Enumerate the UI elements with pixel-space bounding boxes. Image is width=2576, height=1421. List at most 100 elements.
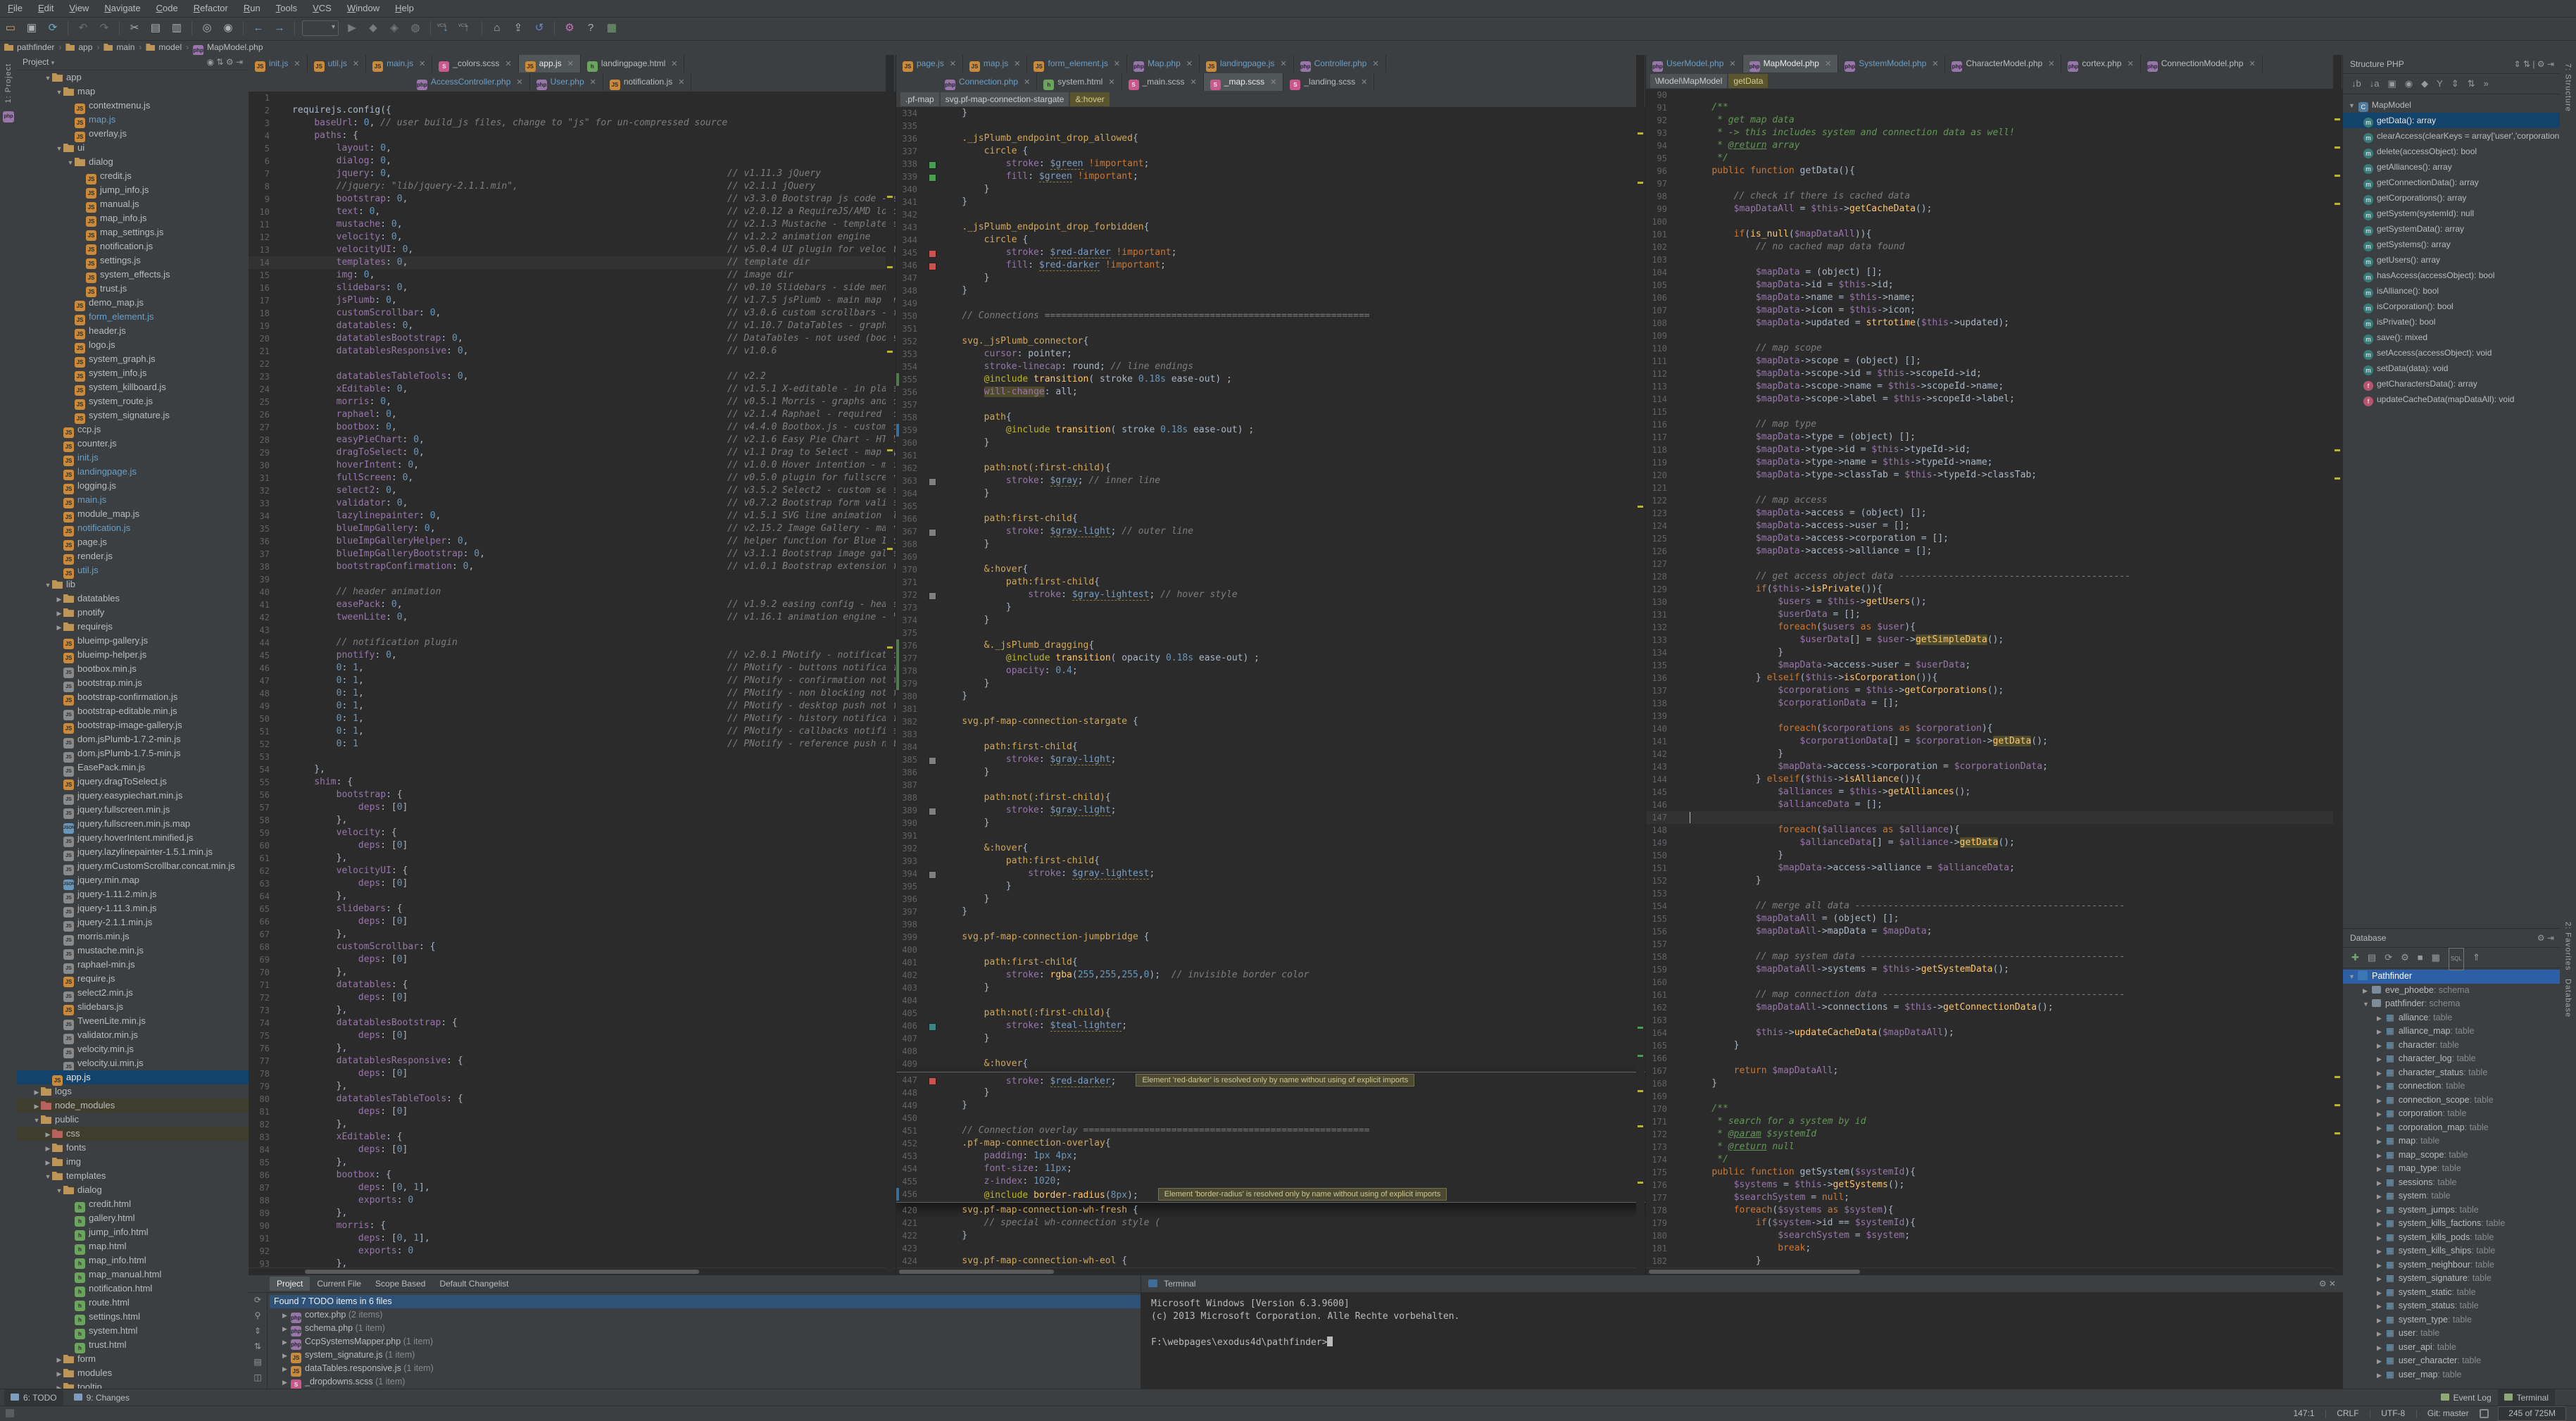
db-item-system_jumps[interactable]: ▶▦system_jumps: table — [2343, 1203, 2561, 1217]
code-line[interactable]: 149 $allianceData[] = $alliance->getData… — [1646, 837, 2343, 849]
code-line[interactable]: 92 * get map data — [1646, 114, 2343, 127]
tree-arrow-icon[interactable]: ▼ — [55, 85, 63, 99]
vcs-commit-icon[interactable]: ↑VCS — [458, 19, 476, 37]
code-line[interactable]: 39 — [249, 573, 896, 586]
db-item-connection[interactable]: ▶▦connection: table — [2343, 1079, 2561, 1094]
tab-SystemModel.php[interactable]: phpSystemModel.php✕ — [1838, 55, 1945, 73]
tree-item-app.js[interactable]: JSapp.js — [17, 1070, 249, 1084]
database-tool-icon[interactable]: ⚙ — [2401, 948, 2409, 968]
code-line[interactable]: 47 0: 1,// PNotify - confirmation no… — [249, 675, 896, 687]
tab-form_element.js[interactable]: JSform_element.js✕ — [1027, 55, 1127, 73]
tree-item-bootbox.min.js[interactable]: JSbootbox.min.js — [17, 662, 249, 676]
tree-item-manual.js[interactable]: JSmanual.js — [17, 197, 249, 211]
code-line[interactable]: 350 // Connections =====================… — [896, 310, 1646, 323]
code-line[interactable]: 91 /** — [1646, 101, 2343, 114]
tab-close-icon[interactable]: ✕ — [2127, 60, 2133, 68]
tree-item-templates[interactable]: ▼templates — [17, 1169, 249, 1183]
menu-item-view[interactable]: View — [61, 0, 96, 17]
code-line[interactable]: 407 } — [896, 1032, 1646, 1045]
tree-item-map_settings.js[interactable]: JSmap_settings.js — [17, 225, 249, 239]
code-line[interactable]: 62 velocityUI: { — [249, 865, 896, 877]
tree-item-jquery.mCustomScrollbar.concat.min.js[interactable]: JSjquery.mCustomScrollbar.concat.min.js — [17, 859, 249, 873]
code-line[interactable]: 175 public function getSystem($systemId)… — [1646, 1166, 2343, 1179]
code-line[interactable]: 150 } — [1646, 849, 2343, 862]
code-line[interactable]: 353 cursor: pointer; — [896, 348, 1646, 361]
code-line[interactable]: 20 datatablesBootstrap: 0,// DataTable… — [249, 332, 896, 345]
breadcrumb-item[interactable]: pathfinder — [4, 40, 54, 55]
code-line[interactable]: 103 — [1646, 253, 2343, 266]
structure-tool-icon[interactable]: » — [2484, 74, 2489, 94]
code-line[interactable]: 345 stroke: $red-darker !important; — [896, 246, 1646, 259]
structure-tool-icon[interactable]: ⇕ — [2451, 74, 2459, 94]
tree-item-pnotify[interactable]: ▶pnotify — [17, 606, 249, 620]
code-line[interactable]: 4 paths: { — [249, 130, 896, 142]
scrollbar-thumb[interactable] — [1649, 1270, 1860, 1274]
tree-item-credit.html[interactable]: hcredit.html — [17, 1197, 249, 1211]
code-line[interactable]: 405 path:not(:first-child){ — [896, 1007, 1646, 1020]
code-line[interactable]: 52 0: 1// PNotify - reference push n… — [249, 738, 896, 751]
breadcrumb-chip[interactable]: \Model\MapModel — [1650, 74, 1727, 88]
code-line[interactable]: 358 path{ — [896, 411, 1646, 424]
code-line[interactable]: 54 }, — [249, 763, 896, 776]
code-line[interactable]: 174 */ — [1646, 1153, 2343, 1166]
code-line[interactable]: 106 $mapData->name = $this->name; — [1646, 292, 2343, 304]
toolwindow-toggle-icon[interactable] — [6, 1409, 14, 1417]
memory-indicator[interactable]: 245 of 725M — [2498, 1406, 2566, 1421]
code-line[interactable]: 31 fullScreen: 0,// v0.5.0 plugin for … — [249, 472, 896, 484]
code-line[interactable]: 337 circle { — [896, 145, 1646, 158]
db-item-system_kills_ships[interactable]: ▶▦system_kills_ships: table — [2343, 1244, 2561, 1258]
tree-item-credit.js[interactable]: JScredit.js — [17, 169, 249, 183]
code-line[interactable]: 50 0: 1,// PNotify - history notific… — [249, 713, 896, 725]
tree-item-logging.js[interactable]: JSlogging.js — [17, 479, 249, 493]
code-line[interactable]: 384 path:first-child{ — [896, 741, 1646, 753]
menu-item-vcs[interactable]: VCS — [305, 0, 339, 17]
structure-item-setData[interactable]: msetData(data): void — [2343, 361, 2561, 376]
code-line[interactable]: 118 $mapData->type->id = $this->typeId->… — [1646, 444, 2343, 456]
code-line[interactable]: 119 $mapData->type->name = $this->typeId… — [1646, 456, 2343, 469]
code-line[interactable]: 81 deps: [0] — [249, 1106, 896, 1118]
tree-item-tooltip[interactable]: ▶tooltip — [17, 1380, 249, 1389]
code-line[interactable]: 44 // notification plugin — [249, 637, 896, 649]
tab-close-icon[interactable]: ✕ — [419, 60, 425, 68]
code-line[interactable]: 130 $users = $this->getUsers(); — [1646, 596, 2343, 608]
tree-item-public[interactable]: ▼public — [17, 1113, 249, 1127]
tab-UserModel.php[interactable]: phpUserModel.php✕ — [1646, 55, 1743, 73]
code-line[interactable]: 351 — [896, 323, 1646, 335]
code-line[interactable]: 135 $mapData->access->user = $userData; — [1646, 659, 2343, 672]
code-line[interactable]: 91 deps: [0, 1], — [249, 1232, 896, 1245]
todo-file-_dropdowns.scss[interactable]: ▶S_dropdowns.scss (1 item) — [270, 1375, 1141, 1389]
structure-item-MapModel[interactable]: ▼CMapModel — [2343, 97, 2561, 113]
code-line[interactable]: 375 — [896, 627, 1646, 639]
tree-item-util.js[interactable]: JSutil.js — [17, 563, 249, 577]
tab-User.php[interactable]: phpUser.php✕ — [530, 73, 603, 91]
tree-arrow-icon[interactable]: ▼ — [44, 71, 52, 85]
code-line[interactable]: 360 } — [896, 437, 1646, 449]
todo-tab-current-file[interactable]: Current File — [310, 1277, 368, 1291]
code-line[interactable]: 131 $userData = []; — [1646, 608, 2343, 621]
tab-close-icon[interactable]: ✕ — [1014, 60, 1020, 68]
code-line[interactable]: 452 .pf-map-connection-overlay{ — [896, 1137, 1646, 1150]
code-line[interactable]: 109 — [1646, 330, 2343, 342]
profiler-icon[interactable]: ◍ — [406, 19, 425, 37]
breadcrumb-chip[interactable]: &:hover — [1070, 92, 1109, 106]
code-line[interactable]: 29 dragToSelect: 0,// v1.1 Drag to Sel… — [249, 446, 896, 459]
code-line[interactable]: 80 datatablesTableTools: { — [249, 1093, 896, 1106]
code-line[interactable]: 152 } — [1646, 875, 2343, 887]
db-item-alliance_map[interactable]: ▶▦alliance_map: table — [2343, 1025, 2561, 1039]
code-line[interactable]: 136 } elseif($this->isCorporation()){ — [1646, 672, 2343, 684]
code-line[interactable]: 27 bootbox: 0,// v4.4.0 Bootbox.js - c… — [249, 421, 896, 434]
code-line[interactable]: 125 $mapData->access->corporation = []; — [1646, 532, 2343, 545]
code-line[interactable]: 455 z-index: 1020; — [896, 1175, 1646, 1188]
todo-file-dataTables.responsive.js[interactable]: ▶JSdataTables.responsive.js (1 item) — [270, 1362, 1141, 1375]
code-line[interactable]: 137 $corporations = $this->getCorporatio… — [1646, 684, 2343, 697]
tree-item-TweenLite.min.js[interactable]: JSTweenLite.min.js — [17, 1014, 249, 1028]
code-line[interactable]: 400 — [896, 944, 1646, 956]
project-header-icons[interactable]: ◉ ⇅ ⚙ ⇥ — [207, 55, 243, 70]
code-line[interactable]: 11 mustache: 0,// v2.1.3 Mustache - te… — [249, 218, 896, 231]
tree-arrow-icon[interactable]: ▶ — [44, 1141, 52, 1156]
code-line[interactable]: 162 $mapDataAll->connections = $this->ge… — [1646, 1001, 2343, 1014]
code-line[interactable]: 399 svg.pf-map-connection-jumpbridge { — [896, 931, 1646, 944]
code-line[interactable]: 365 — [896, 500, 1646, 513]
tab-close-icon[interactable]: ✕ — [2048, 60, 2054, 68]
structure-item-getData[interactable]: mgetData(): array — [2343, 113, 2561, 128]
